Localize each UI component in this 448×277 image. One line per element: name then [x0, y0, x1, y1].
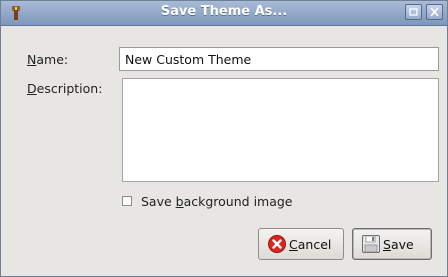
cancel-label-text: ancel: [297, 236, 332, 252]
save-background-option[interactable]: Save background image: [122, 193, 293, 209]
save-theme-dialog: Save Theme As... Name: New Custom Theme …: [0, 0, 448, 277]
save-background-label-post: ackground image: [183, 193, 293, 209]
description-label-mnemonic: D: [27, 81, 37, 96]
description-label: Description:: [27, 81, 102, 96]
close-button[interactable]: [426, 4, 443, 20]
name-label-mnemonic: N: [27, 52, 37, 67]
save-background-label-mnemonic: b: [175, 193, 184, 209]
title-bar[interactable]: Save Theme As...: [1, 1, 447, 26]
save-background-label-pre: Save: [141, 193, 176, 209]
save-label-text: ave: [390, 236, 414, 252]
name-input[interactable]: New Custom Theme: [119, 47, 439, 71]
maximize-icon: [409, 8, 418, 16]
save-label-mnemonic: S: [383, 236, 391, 252]
save-label: Save: [383, 237, 414, 252]
floppy-disk-icon: [361, 234, 381, 254]
maximize-button[interactable]: [405, 4, 422, 20]
cancel-button[interactable]: Cancel: [258, 228, 344, 260]
save-background-checkbox[interactable]: [122, 196, 132, 206]
close-icon: [430, 7, 439, 17]
window-title: Save Theme As...: [160, 4, 288, 19]
save-background-label[interactable]: Save background image: [141, 194, 293, 209]
name-label-text: ame:: [36, 52, 69, 67]
cancel-label: Cancel: [289, 237, 331, 252]
save-button[interactable]: Save: [352, 228, 432, 260]
name-label: Name:: [27, 52, 68, 67]
description-label-text: escription:: [36, 81, 103, 96]
cancel-icon: [267, 234, 287, 254]
cancel-label-mnemonic: C: [289, 236, 298, 252]
description-textarea[interactable]: [122, 78, 439, 182]
